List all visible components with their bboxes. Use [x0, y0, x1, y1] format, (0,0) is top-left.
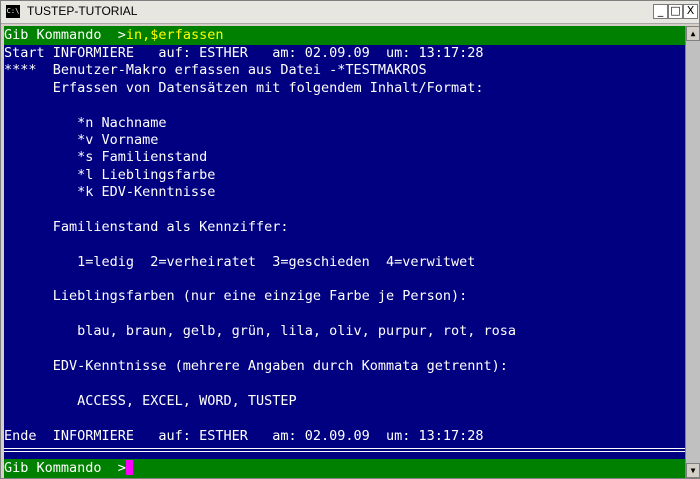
output-line: **** Benutzer-Makro erfassen aus Datei -…	[4, 62, 427, 79]
output-line: EDV-Kenntnisse (mehrere Angaben durch Ko…	[4, 358, 508, 375]
output-line: blau, braun, gelb, grün, lila, oliv, pur…	[4, 323, 517, 340]
output-line: *n Nachname	[4, 114, 167, 131]
text-cursor[interactable]	[125, 460, 133, 475]
output-line: Lieblingsfarben (nur eine einzige Farbe …	[4, 288, 468, 305]
tustep-window: C:\ TUSTEP-TUTORIAL _ □ X Gib Kommando >…	[0, 0, 700, 479]
output-line: *s Familienstand	[4, 149, 208, 166]
window-title: TUSTEP-TUTORIAL	[27, 4, 138, 18]
console-area[interactable]: Gib Kommando >in,$erfassen Start INFORMI…	[4, 26, 685, 478]
prompt-label: Gib Kommando >	[4, 27, 126, 43]
command-prompt-bottom[interactable]: Gib Kommando >	[4, 459, 685, 478]
output-line: *l Lieblingsfarbe	[4, 166, 216, 183]
minimize-button[interactable]: _	[653, 4, 668, 19]
vertical-scrollbar[interactable]: ▲ ▼	[685, 26, 700, 478]
prompt-label: Gib Kommando >	[4, 460, 126, 476]
output-line: ACCESS, EXCEL, WORD, TUSTEP	[4, 392, 297, 409]
maximize-button[interactable]: □	[668, 4, 683, 19]
title-bar[interactable]: C:\ TUSTEP-TUTORIAL _ □ X	[1, 1, 699, 24]
output-line: 1=ledig 2=verheiratet 3=geschieden 4=ver…	[4, 253, 476, 270]
output-line: *v Vorname	[4, 131, 159, 148]
output-line: Start INFORMIERE auf: ESTHER am: 02.09.0…	[4, 45, 484, 61]
double-separator-line	[4, 446, 685, 456]
scroll-down-icon[interactable]: ▼	[686, 463, 700, 478]
console-app-icon[interactable]: C:\	[6, 5, 20, 18]
command-prompt-top: Gib Kommando >in,$erfassen	[4, 26, 685, 45]
output-line: Ende INFORMIERE auf: ESTHER am: 02.09.09…	[4, 427, 484, 444]
output-line: Familienstand als Kennziffer:	[4, 218, 289, 235]
output-line: *k EDV-Kenntnisse	[4, 184, 216, 201]
close-button[interactable]: X	[683, 4, 698, 19]
output-line: Erfassen von Datensätzen mit folgendem I…	[4, 79, 484, 96]
console-output: Start INFORMIERE auf: ESTHER am: 02.09.0…	[4, 45, 685, 445]
scroll-up-icon[interactable]: ▲	[686, 26, 700, 41]
entered-command: in,$erfassen	[125, 27, 224, 43]
